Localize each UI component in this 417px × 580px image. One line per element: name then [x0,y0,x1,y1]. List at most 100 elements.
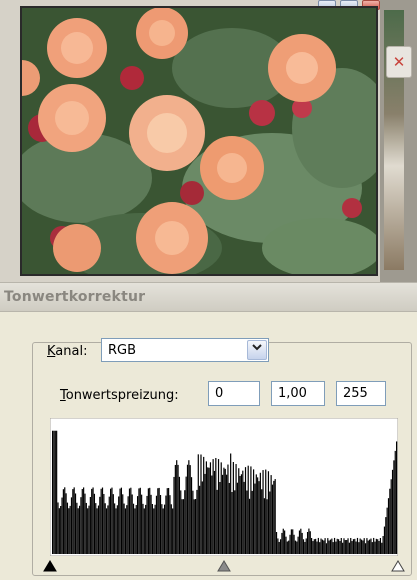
histogram-bar [300,528,302,554]
histogram-bar [389,488,391,554]
histogram-bar [111,487,113,554]
channel-select[interactable]: RGB [101,338,269,362]
chevron-down-icon[interactable] [247,340,267,360]
histogram-bar [177,464,179,554]
histogram-bar [201,481,203,554]
histogram-bar [266,499,268,554]
histogram-bar [163,504,166,554]
histogram-bar [383,526,386,554]
histogram-bar [247,465,249,554]
histogram-bar [209,462,212,554]
histogram-bar [115,508,117,554]
histogram-bar [88,505,90,554]
histogram-bar [385,517,387,554]
histogram-bar [60,506,62,554]
histogram-bar [332,542,334,554]
input-levels-label-rest: onwertspreizung: [65,388,179,403]
histogram-bar [204,473,206,554]
histogram-bar [221,474,224,554]
histogram-bar [343,538,345,554]
histogram-bar [100,488,102,554]
histogram-bar [84,493,86,554]
histogram-bar [154,504,156,554]
histogram-bar [150,494,152,554]
histogram-bar [182,499,185,554]
histogram-bar [78,505,81,554]
histogram-bar [238,468,240,554]
histogram-bar [56,430,58,554]
histogram-bar [270,475,272,554]
input-levels-label: Tonwertspreizung: [60,388,179,403]
histogram-bar [143,508,145,554]
histogram-bar [192,490,194,554]
dialog-title-bar: Tonwertkorrektur [0,282,417,312]
gray-triangle-icon[interactable] [217,560,231,572]
histogram-bar [81,489,83,554]
histogram-bar [244,467,247,554]
histogram-bar [124,508,127,554]
histogram-bar [259,472,261,554]
input-black-field[interactable]: 0 [208,381,260,406]
histogram-bar [136,496,139,554]
histogram-bar [311,537,313,554]
histogram-bar [211,475,213,554]
histogram-bar [286,541,288,554]
histogram-bar [379,538,382,554]
histogram-bar [292,529,294,554]
input-slider[interactable] [42,557,406,573]
histogram-bar [251,490,253,554]
histogram-bar [73,487,75,554]
histogram-bar [105,508,108,554]
histogram-bar [74,493,77,554]
histogram-bar [335,541,337,554]
histogram-bar [128,488,131,554]
histogram-bar [149,487,151,554]
histogram-bar [215,457,217,554]
histogram-bar [87,508,89,554]
histogram-bar [53,430,55,554]
histogram-bar [319,542,321,554]
close-icon[interactable]: ✕ [386,46,412,78]
histogram-bar [275,532,278,554]
histogram-bar [309,531,311,554]
histogram-bar [99,496,101,554]
histogram-bar [242,470,244,554]
histogram-bar [375,538,377,554]
histogram-bar [147,488,149,554]
histogram-bar [226,474,228,554]
histogram-bar [127,496,129,554]
histogram-bar [377,539,379,554]
histogram-bar [290,529,292,554]
histogram-bar [234,490,236,554]
histogram-bar [89,497,91,554]
input-gamma-field[interactable]: 1,00 [271,381,325,406]
histogram-bar [219,482,221,554]
histogram-bar [70,497,73,554]
histogram-bar [66,502,69,554]
histogram-bar [373,537,375,554]
white-triangle-icon[interactable] [391,560,405,572]
histogram-bar [374,541,376,554]
histogram-bar [205,461,207,554]
histogram-bar [297,536,299,554]
channel-label: Kanal: [44,344,91,359]
black-triangle-icon[interactable] [43,560,57,572]
histogram-bar [304,541,306,554]
histogram-bar [142,503,144,554]
histogram-bar [312,541,314,554]
histogram-bar [258,481,260,554]
input-white-field[interactable]: 255 [336,381,386,406]
histogram-bar [337,539,340,554]
histogram-bar [315,538,317,554]
histogram-bar [61,497,63,554]
histogram-bar [178,476,181,554]
histogram-bar [135,505,137,554]
histogram-bar [213,470,216,554]
histogram-bar [340,538,342,554]
histogram-bar [293,534,295,554]
histogram-bar [96,508,98,554]
histogram-bar [269,491,271,554]
histogram-bar [203,456,205,554]
histogram-bar [324,538,326,554]
histogram-bar [327,538,329,554]
